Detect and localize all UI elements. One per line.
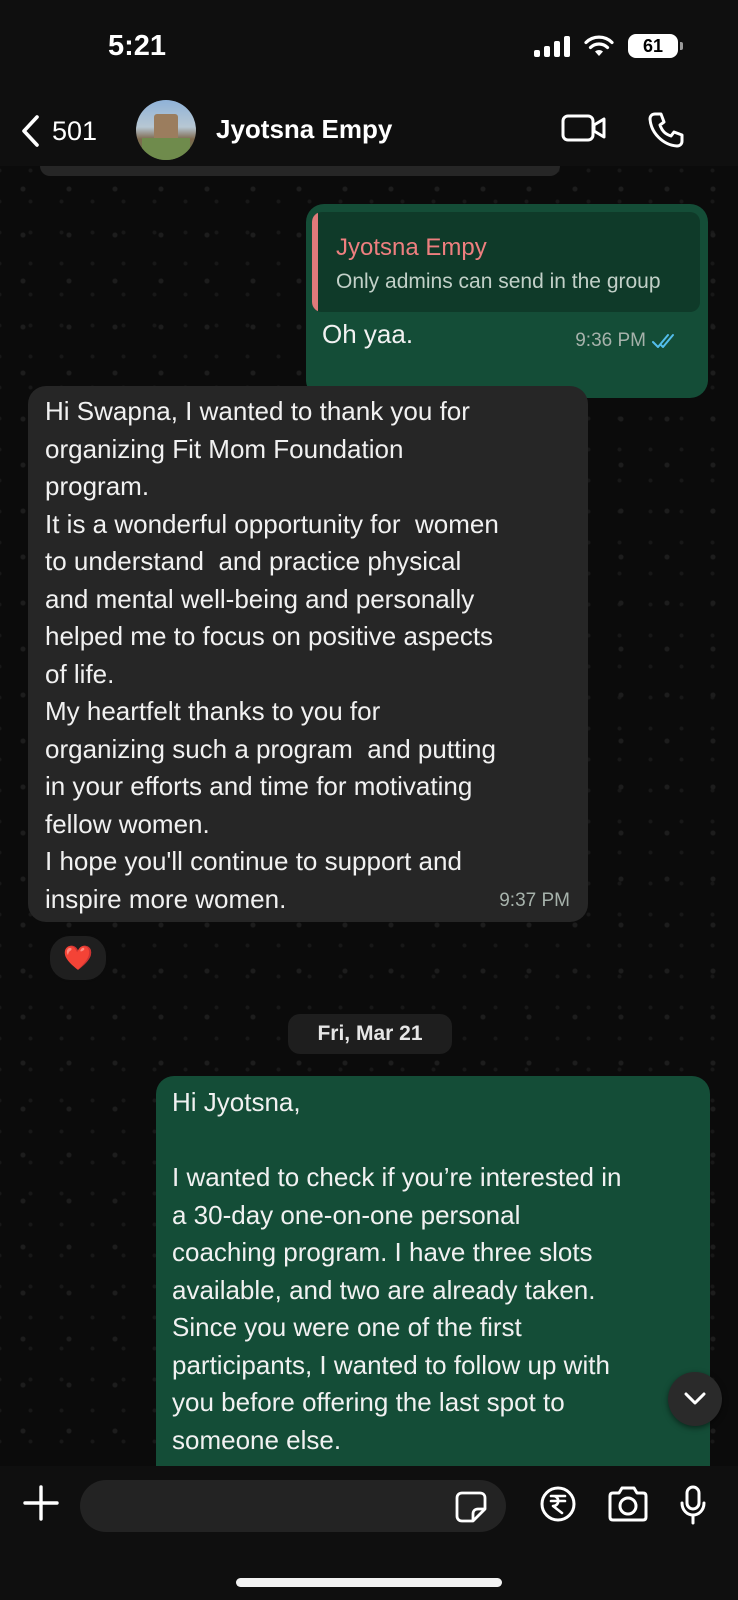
message-composer <box>0 1466 738 1600</box>
cellular-signal-icon <box>534 35 570 57</box>
camera-icon <box>608 1486 648 1522</box>
message-time: 9:36 PM <box>575 330 646 351</box>
message-meta: 9:36 PM <box>575 330 678 352</box>
sticker-button[interactable] <box>454 1490 488 1529</box>
contact-name[interactable]: Jyotsna Empy <box>216 114 392 145</box>
plus-icon <box>23 1485 59 1521</box>
sticker-icon <box>455 1491 487 1523</box>
home-indicator <box>236 1578 502 1587</box>
message-input[interactable] <box>80 1480 506 1532</box>
quote-author: Jyotsna Empy <box>336 234 487 261</box>
chevron-down-icon <box>684 1392 706 1405</box>
message-text: Hi Jyotsna, I wanted to check if you’re … <box>172 1087 622 1455</box>
chat-header: 501 Jyotsna Empy <box>0 100 738 166</box>
date-divider-label: Fri, Mar 21 <box>317 1022 423 1045</box>
outgoing-message-reply[interactable]: Jyotsna Empy Only admins can send in the… <box>306 204 708 398</box>
video-call-icon <box>561 114 606 142</box>
payment-button[interactable] <box>538 1484 578 1529</box>
back-button[interactable]: 501 <box>18 110 97 152</box>
status-bar: 5:21 61 <box>0 0 738 100</box>
heart-reaction[interactable]: ❤️ <box>48 934 108 982</box>
message-meta: 9:37 PM <box>499 890 570 912</box>
unread-chats-count: 501 <box>52 115 98 146</box>
message-text: Hi Swapna, I wanted to thank you for org… <box>45 396 499 914</box>
voice-message-button[interactable] <box>678 1484 708 1531</box>
avatar[interactable] <box>136 100 196 160</box>
battery-level: 61 <box>642 35 664 56</box>
double-check-icon <box>652 334 674 348</box>
heart-icon: ❤️ <box>63 944 93 972</box>
phone-call-icon <box>648 112 684 148</box>
status-time: 5:21 <box>108 30 167 62</box>
previous-message-edge <box>40 166 560 176</box>
chevron-left-icon <box>22 115 39 147</box>
message-text: Oh yaa. <box>322 319 414 349</box>
microphone-icon <box>680 1485 706 1525</box>
wifi-icon <box>584 35 614 56</box>
rupee-payment-icon <box>540 1486 576 1522</box>
incoming-message[interactable]: Hi Swapna, I wanted to thank you for org… <box>28 386 588 922</box>
date-divider: Fri, Mar 21 <box>288 1014 452 1054</box>
message-time: 9:37 PM <box>499 890 570 911</box>
chat-messages[interactable]: Jyotsna Empy Only admins can send in the… <box>0 166 738 1466</box>
battery-indicator: 61 <box>628 34 683 58</box>
quote-text: Only admins can send in the group <box>336 270 661 293</box>
camera-button[interactable] <box>606 1484 650 1529</box>
voice-call-button[interactable] <box>646 110 686 155</box>
quoted-message[interactable]: Jyotsna Empy Only admins can send in the… <box>312 212 700 312</box>
outgoing-message[interactable]: Hi Jyotsna, I wanted to check if you’re … <box>156 1076 710 1466</box>
attach-button[interactable] <box>22 1484 60 1527</box>
quote-accent-bar <box>312 212 318 312</box>
status-icons: 61 <box>534 34 683 58</box>
video-call-button[interactable] <box>560 110 608 151</box>
scroll-to-bottom-button[interactable] <box>668 1372 722 1426</box>
